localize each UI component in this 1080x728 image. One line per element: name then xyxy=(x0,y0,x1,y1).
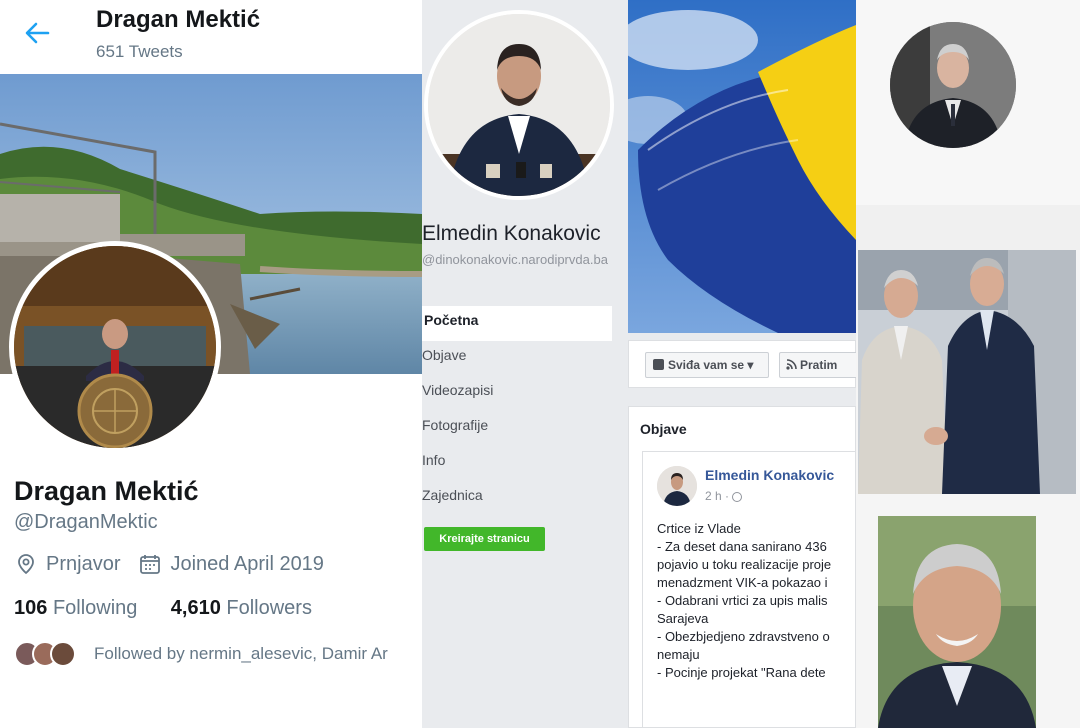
post-body: Crtice iz Vlade - Za deset dana sanirano… xyxy=(657,520,855,682)
nav-item-videozapisi[interactable]: Videozapisi xyxy=(422,376,612,411)
page-name[interactable]: Elmedin Konakovic xyxy=(422,222,601,246)
follow-button-label: Pratim xyxy=(800,358,838,372)
twitter-profile-panel: Dragan Mektić 651 Tweets Dragan Mektić @… xyxy=(0,0,422,728)
page-nav: Početna Objave Videozapisi Fotografije I… xyxy=(422,306,612,516)
rss-icon xyxy=(786,359,797,370)
post-line: menadzment VIK-a pokazao i xyxy=(657,575,828,590)
posts-title: Objave xyxy=(640,421,687,437)
following-link[interactable]: 106 Following xyxy=(14,597,137,619)
profile-handle: @DraganMektic xyxy=(14,511,158,533)
portrait-photo-circle xyxy=(890,22,1016,148)
post-line: pojavio u toku realizacije proje xyxy=(657,557,832,572)
page-profile-picture[interactable] xyxy=(424,10,614,200)
like-button[interactable]: Sviđa vam se ▾ xyxy=(645,352,769,378)
profile-joined-date: Joined April 2019 xyxy=(170,552,324,575)
globe-icon xyxy=(732,491,743,502)
post-card: Elmedin Konakovic 2 h · Crtice iz Vlade … xyxy=(642,451,855,727)
thumbs-up-icon xyxy=(653,359,664,370)
profile-display-name: Dragan Mektić xyxy=(14,476,199,506)
facebook-page-panel: Elmedin Konakovic @dinokonakovic.narodip… xyxy=(422,0,856,728)
post-timestamp[interactable]: 2 h · xyxy=(705,489,743,503)
post-author-avatar[interactable] xyxy=(657,466,697,506)
posts-section: Objave Elmedin Konakovic 2 h · Crtice iz… xyxy=(628,406,856,728)
nav-item-fotografije[interactable]: Fotografije xyxy=(422,411,612,446)
profile-stats: 106 Following 4,610 Followers xyxy=(14,597,312,620)
followed-by-row[interactable]: Followed by nermin_alesevic, Damir Ar xyxy=(14,641,388,667)
following-count: 106 xyxy=(14,597,48,619)
headshot-photo xyxy=(878,516,1036,728)
following-label: Following xyxy=(52,597,138,619)
followed-by-text: Followed by nermin_alesevic, Damir Ar xyxy=(94,644,388,663)
page-username[interactable]: @dinokonakovic.narodiprvda.ba xyxy=(422,252,612,267)
nav-item-info[interactable]: Info xyxy=(422,446,612,481)
profile-meta-row: Prnjavor Joined April 2019 xyxy=(14,552,324,576)
page-cover-photo[interactable] xyxy=(628,0,856,333)
panel-divider xyxy=(856,205,1080,250)
location-pin-icon xyxy=(14,552,38,576)
profile-location: Prnjavor xyxy=(46,552,121,575)
post-line: - Odabrani vrtici za upis malis xyxy=(657,593,828,608)
followers-count: 4,610 xyxy=(170,597,221,619)
tweet-count: 651 Tweets xyxy=(96,42,183,61)
nav-item-objave[interactable]: Objave xyxy=(422,341,612,376)
follower-avatar xyxy=(50,641,76,667)
photos-panel xyxy=(856,0,1080,728)
post-author-name[interactable]: Elmedin Konakovic xyxy=(705,467,834,483)
profile-avatar[interactable] xyxy=(9,241,221,453)
calendar-icon xyxy=(138,552,162,576)
post-time-text: 2 h · xyxy=(705,489,733,503)
header-profile-name: Dragan Mektić xyxy=(96,6,261,33)
follow-button[interactable]: Pratim xyxy=(779,352,856,378)
handshake-photo xyxy=(858,250,1076,494)
post-line: nemaju xyxy=(657,647,700,662)
post-line: - Obezbjedjeno zdravstveno o xyxy=(657,629,830,644)
followers-link[interactable]: 4,610 Followers xyxy=(171,597,312,619)
back-arrow-icon[interactable] xyxy=(22,18,52,48)
nav-item-zajednica[interactable]: Zajednica xyxy=(422,481,612,516)
followers-label: Followers xyxy=(226,597,312,619)
like-button-label: Sviđa vam se ▾ xyxy=(668,358,754,372)
post-line: - Pocinje projekat "Rana dete xyxy=(657,665,826,680)
nav-item-pocetna[interactable]: Početna xyxy=(422,306,612,341)
create-page-button[interactable]: Kreirajte stranicu xyxy=(424,527,545,551)
post-line: Sarajeva xyxy=(657,611,709,626)
post-line: - Za deset dana sanirano 436 xyxy=(657,539,827,554)
post-line: Crtice iz Vlade xyxy=(657,521,741,536)
page-action-bar: Sviđa vam se ▾ Pratim xyxy=(628,340,856,388)
